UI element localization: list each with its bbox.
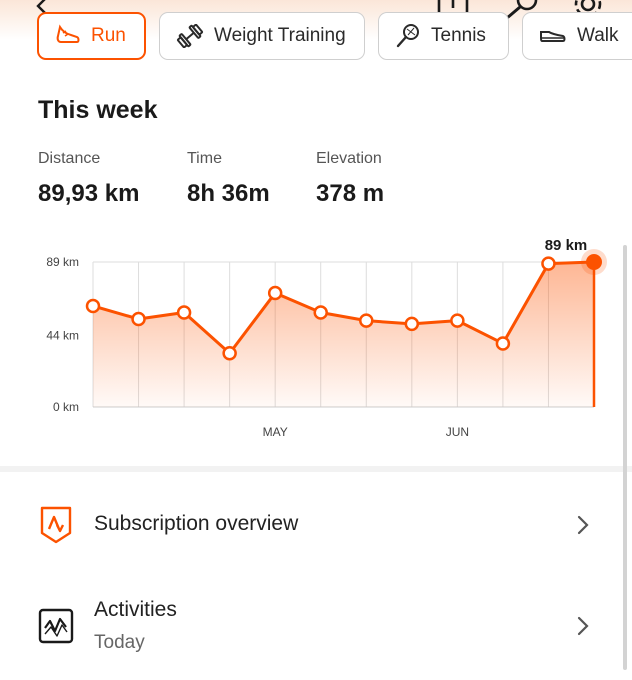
dumbbell-icon xyxy=(177,24,203,48)
week-title: This week xyxy=(38,96,158,124)
stat-elevation-value: 378 m xyxy=(316,180,385,207)
chart-x-month-label: MAY xyxy=(263,425,288,439)
stat-elevation: Elevation 378 m xyxy=(316,150,384,208)
tab-weight-training-label: Weight Training xyxy=(214,25,346,46)
walk-shoe-icon xyxy=(540,31,566,42)
chart-current-value-label: 89 km xyxy=(545,237,588,254)
tennis-racket-icon xyxy=(396,24,419,48)
chart-point[interactable] xyxy=(313,305,328,320)
chart-point[interactable] xyxy=(85,298,101,314)
tab-walk[interactable]: Walk xyxy=(522,12,632,60)
run-shoe-icon xyxy=(56,24,80,43)
tab-run-label: Run xyxy=(91,25,126,46)
tab-weight-training[interactable]: Weight Training xyxy=(159,12,365,60)
chart-x-month-label: JUN xyxy=(446,425,469,439)
chart-point[interactable] xyxy=(176,305,192,320)
tab-walk-label: Walk xyxy=(577,25,619,46)
sport-filter-bar: Run Weight Training Tennis Walk xyxy=(0,0,632,70)
chart-current-point[interactable] xyxy=(586,254,602,270)
stat-time-value: 8h 36m xyxy=(187,180,270,207)
chart-y-tick-label: 0 km xyxy=(53,400,79,414)
chart-point[interactable] xyxy=(404,316,420,332)
tab-tennis[interactable]: Tennis xyxy=(378,12,509,60)
scrollbar[interactable] xyxy=(623,245,627,670)
chart-point[interactable] xyxy=(359,313,374,328)
chevron-right-icon xyxy=(577,616,589,636)
stat-elevation-label: Elevation xyxy=(316,150,382,167)
weekly-distance-chart: 89 km 44 km 0 km MAY JUN 89 km xyxy=(46,237,607,439)
chart-y-tick-label: 89 km xyxy=(46,255,79,269)
strava-shield-icon xyxy=(40,506,72,544)
section-divider xyxy=(0,466,632,472)
tab-run[interactable]: Run xyxy=(37,12,146,60)
chart-point[interactable] xyxy=(131,311,146,327)
chevron-right-icon xyxy=(577,515,589,535)
subscription-overview-label: Subscription overview xyxy=(94,512,299,535)
chart-area-fill xyxy=(93,262,594,407)
subscription-overview-row[interactable]: Subscription overview xyxy=(0,492,632,558)
chart-point[interactable] xyxy=(541,256,556,271)
activities-sublabel: Today xyxy=(94,632,145,653)
chart-point[interactable] xyxy=(222,345,237,361)
chart-point[interactable] xyxy=(450,313,465,328)
chart-point[interactable] xyxy=(495,336,511,351)
tab-tennis-label: Tennis xyxy=(431,25,486,46)
chart-y-tick-label: 44 km xyxy=(46,328,79,342)
stat-distance-label: Distance xyxy=(38,150,101,167)
activity-heartbeat-icon xyxy=(38,608,74,644)
chart-point[interactable] xyxy=(267,285,283,301)
stat-distance: Distance 89,93 km xyxy=(38,150,139,208)
stat-time: Time 8h 36m xyxy=(187,150,270,208)
activities-label: Activities xyxy=(94,598,177,621)
activities-row[interactable]: Activities Today xyxy=(0,588,632,668)
stat-distance-value: 89,93 km xyxy=(38,180,140,207)
stat-time-label: Time xyxy=(187,150,222,167)
